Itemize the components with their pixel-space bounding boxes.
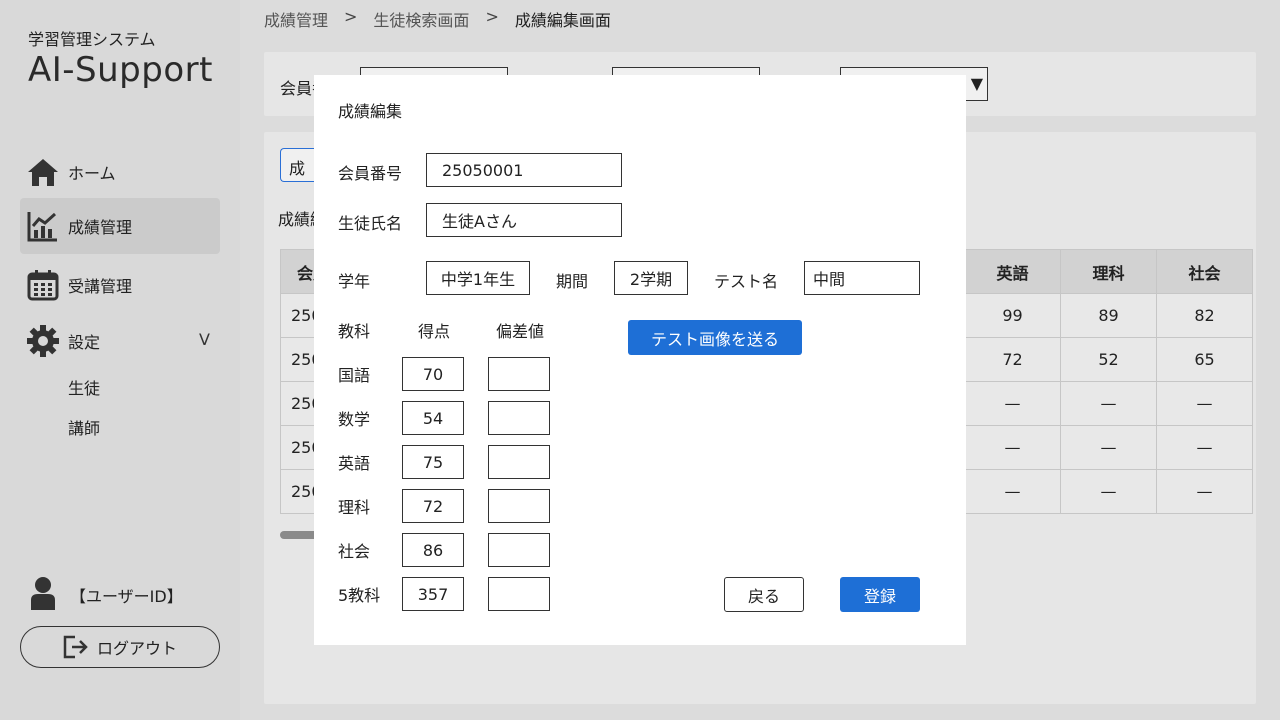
sidebar: 学習管理システム AI-Support ホーム 成績管理 受講管理 設定 V 生… bbox=[0, 0, 240, 720]
breadcrumb-separator: > bbox=[344, 7, 358, 26]
student-name-label: 生徒氏名 bbox=[338, 214, 403, 233]
cell-science: — bbox=[1060, 425, 1157, 470]
cell-english: 99 bbox=[964, 293, 1061, 338]
cell-science: — bbox=[1060, 381, 1157, 426]
total-score-field[interactable]: 357 bbox=[402, 577, 464, 611]
grade-field[interactable]: 中学1年生 bbox=[426, 261, 530, 295]
subject-label: 5教科 bbox=[338, 586, 381, 605]
col-deviation-header: 偏差値 bbox=[496, 322, 545, 341]
score-input[interactable]: 86 bbox=[402, 533, 464, 567]
deviation-input[interactable] bbox=[488, 357, 550, 391]
cell-english: — bbox=[964, 381, 1061, 426]
section-heading: 成績編 bbox=[278, 210, 314, 229]
student-name-field[interactable]: 生徒Aさん bbox=[426, 203, 622, 237]
cell-science: 89 bbox=[1060, 293, 1157, 338]
deviation-input[interactable] bbox=[488, 489, 550, 523]
cell-science: 52 bbox=[1060, 337, 1157, 382]
system-subtitle: 学習管理システム bbox=[28, 30, 156, 49]
modal-title: 成績編集 bbox=[338, 102, 403, 121]
deviation-input[interactable] bbox=[488, 445, 550, 479]
col-header-science: 理科 bbox=[1060, 249, 1157, 294]
deviation-input[interactable] bbox=[488, 533, 550, 567]
term-field[interactable]: 2学期 bbox=[614, 261, 688, 295]
cell-social: — bbox=[1156, 469, 1253, 514]
nav-home[interactable]: ホーム bbox=[20, 144, 220, 200]
back-button[interactable]: 戻る bbox=[724, 577, 804, 612]
sidebar-item-students[interactable]: 生徒 bbox=[68, 375, 100, 399]
score-input[interactable]: 75 bbox=[402, 445, 464, 479]
user-icon bbox=[28, 576, 58, 614]
subject-label: 数学 bbox=[338, 410, 371, 429]
score-input[interactable]: 70 bbox=[402, 357, 464, 391]
cell-english: — bbox=[964, 425, 1061, 470]
dropdown-arrow-icon: ▼ bbox=[970, 74, 983, 93]
search-member-label: 会員番 bbox=[280, 79, 314, 98]
chevron-down-icon: V bbox=[199, 330, 210, 349]
col-header-social: 社会 bbox=[1156, 249, 1253, 294]
app-title: AI-Support bbox=[28, 50, 213, 90]
grade-edit-modal: 成績編集 会員番号 25050001 生徒氏名 生徒Aさん 学年 中学1年生 期… bbox=[314, 75, 966, 645]
nav-grades-label: 成績管理 bbox=[68, 218, 133, 237]
member-no-field[interactable]: 25050001 bbox=[426, 153, 622, 187]
send-test-image-button[interactable]: テスト画像を送る bbox=[628, 320, 802, 355]
nav-grades[interactable]: 成績管理 bbox=[20, 198, 220, 254]
register-button[interactable]: 登録 bbox=[840, 577, 920, 612]
grade-label: 学年 bbox=[338, 272, 371, 291]
col-subject-header: 教科 bbox=[338, 322, 371, 341]
score-input[interactable]: 72 bbox=[402, 489, 464, 523]
sidebar-item-teachers[interactable]: 講師 bbox=[68, 415, 100, 439]
term-label: 期間 bbox=[556, 272, 589, 291]
member-no-label: 会員番号 bbox=[338, 164, 403, 183]
subject-label: 国語 bbox=[338, 366, 371, 385]
user-info: 【ユーザーID】 bbox=[28, 576, 183, 614]
breadcrumb: 成績管理 > 生徒検索画面 > 成績編集画面 bbox=[264, 7, 611, 31]
chart-icon bbox=[26, 209, 60, 243]
nav-settings[interactable]: 設定 V bbox=[20, 313, 220, 369]
cell-english: 72 bbox=[964, 337, 1061, 382]
nav-settings-label: 設定 bbox=[68, 333, 101, 352]
subject-label: 英語 bbox=[338, 454, 371, 473]
cell-social: — bbox=[1156, 425, 1253, 470]
cell-science: — bbox=[1060, 469, 1157, 514]
calendar-icon bbox=[26, 268, 60, 302]
breadcrumb-current: 成績編集画面 bbox=[514, 11, 611, 30]
logout-label: ログアウト bbox=[96, 639, 177, 658]
nav-courses-label: 受講管理 bbox=[68, 277, 133, 296]
col-score-header: 得点 bbox=[418, 322, 451, 341]
nav-home-label: ホーム bbox=[68, 164, 116, 183]
col-header-english: 英語 bbox=[964, 249, 1061, 294]
score-input[interactable]: 54 bbox=[402, 401, 464, 435]
gear-icon bbox=[26, 324, 60, 358]
subject-label: 理科 bbox=[338, 498, 371, 517]
deviation-input[interactable] bbox=[488, 401, 550, 435]
test-name-label: テスト名 bbox=[714, 272, 779, 291]
total-deviation-field[interactable] bbox=[488, 577, 550, 611]
breadcrumb-student-search[interactable]: 生徒検索画面 bbox=[373, 7, 469, 31]
test-name-field[interactable]: 中間 bbox=[804, 261, 920, 295]
logout-button[interactable]: ログアウト bbox=[20, 626, 220, 668]
logout-icon bbox=[63, 635, 89, 659]
breadcrumb-grades[interactable]: 成績管理 bbox=[264, 7, 328, 31]
home-icon bbox=[26, 155, 60, 189]
user-id-label: 【ユーザーID】 bbox=[70, 587, 183, 606]
breadcrumb-separator: > bbox=[485, 7, 499, 26]
cell-social: — bbox=[1156, 381, 1253, 426]
nav-courses[interactable]: 受講管理 bbox=[20, 257, 220, 313]
cell-social: 82 bbox=[1156, 293, 1253, 338]
cell-english: — bbox=[964, 469, 1061, 514]
cell-social: 65 bbox=[1156, 337, 1253, 382]
subject-label: 社会 bbox=[338, 542, 371, 561]
